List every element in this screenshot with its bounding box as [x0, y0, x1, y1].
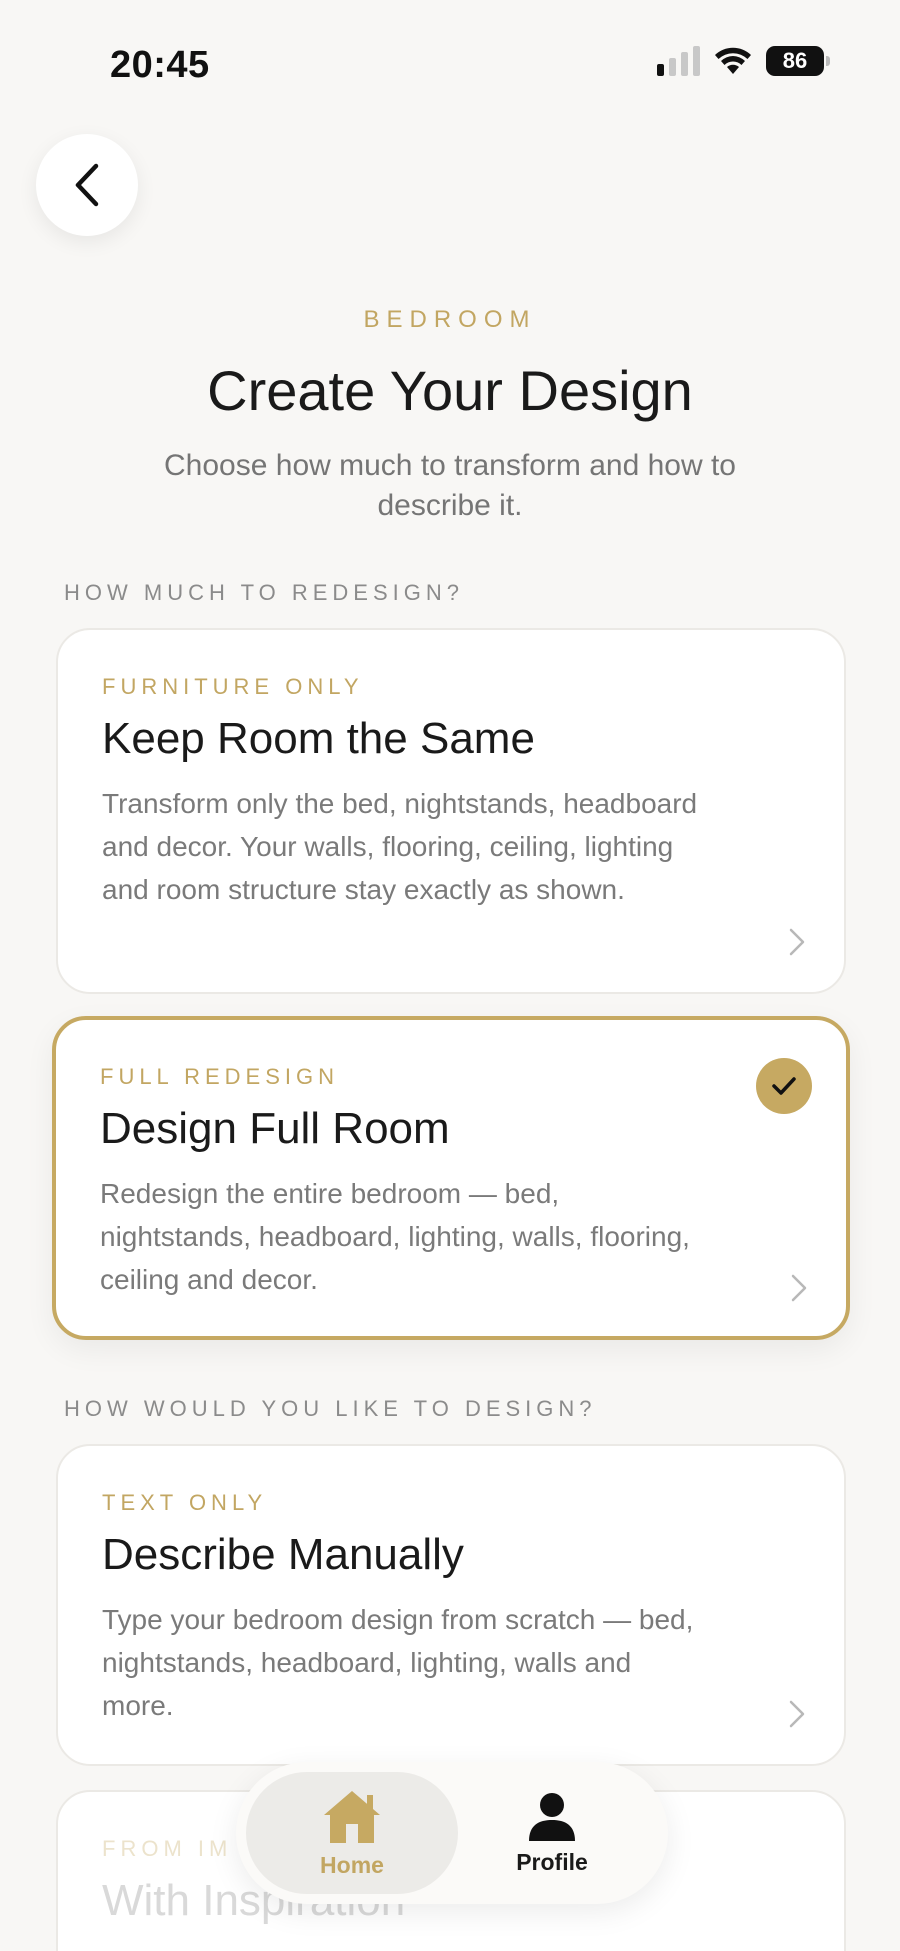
nav-profile-label: Profile [516, 1848, 588, 1875]
back-button[interactable] [36, 134, 138, 236]
card-description: Redesign the entire bedroom — bed, night… [100, 1178, 690, 1295]
chevron-left-icon [75, 163, 99, 207]
chevron-right-icon [789, 1700, 805, 1728]
battery-level: 86 [782, 48, 808, 73]
nav-home[interactable]: Home [246, 1772, 458, 1894]
redesign-section-label: HOW MUCH TO REDESIGN? [64, 580, 464, 605]
option-card-describe-manually[interactable]: TEXT ONLY Describe Manually Type your be… [56, 1444, 846, 1766]
status-icons: 86 [657, 46, 830, 76]
nav-profile[interactable]: Profile [446, 1772, 658, 1894]
home-icon [324, 1790, 380, 1843]
screen: 20:45 86 BEDROOM Create Your Design Choo… [0, 0, 900, 1951]
card-title: Describe Manually [102, 1530, 464, 1579]
card-description: Transform only the bed, nightstands, hea… [102, 788, 698, 905]
card-title: Keep Room the Same [102, 714, 535, 763]
page-subtitle: Choose how much to transform and how to … [164, 449, 736, 522]
card-title: Design Full Room [100, 1104, 450, 1153]
page-title: Create Your Design [207, 359, 693, 422]
option-card-keep-room[interactable]: FURNITURE ONLY Keep Room the Same Transf… [56, 628, 846, 994]
wifi-icon [715, 47, 751, 74]
method-section-label: HOW WOULD YOU LIKE TO DESIGN? [64, 1396, 597, 1421]
bottom-nav: Home Profile [236, 1762, 668, 1904]
battery-icon: 86 [766, 46, 830, 76]
card-eyebrow: FURNITURE ONLY [102, 674, 364, 699]
card-eyebrow: FULL REDESIGN [100, 1064, 340, 1089]
checkmark-icon [772, 1077, 796, 1095]
nav-home-label: Home [320, 1851, 384, 1878]
status-time: 20:45 [110, 44, 210, 86]
chevron-right-icon [789, 928, 805, 956]
card-description: Type your bedroom design from scratch — … [102, 1604, 694, 1721]
card-eyebrow: TEXT ONLY [102, 1490, 268, 1515]
selected-badge [756, 1058, 812, 1114]
signal-icon [657, 46, 700, 76]
person-icon [529, 1792, 575, 1841]
chevron-right-icon [791, 1274, 807, 1302]
option-card-full-room[interactable]: FULL REDESIGN Design Full Room Redesign … [52, 1016, 850, 1340]
room-eyebrow: BEDROOM [363, 306, 537, 333]
